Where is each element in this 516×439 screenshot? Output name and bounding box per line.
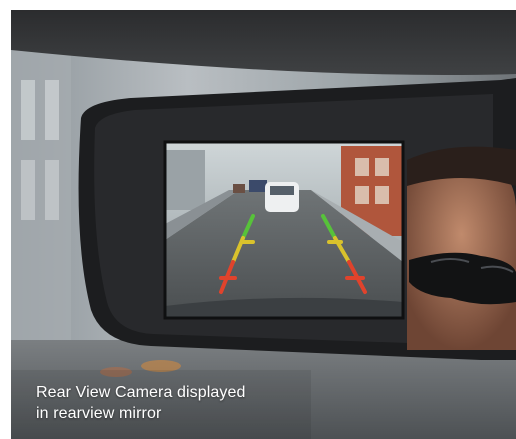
rearview-mirror-photo xyxy=(11,10,516,439)
photo-caption: Rear View Camera displayed in rearview m… xyxy=(36,382,336,424)
driver-reflection xyxy=(407,146,516,350)
photo-frame: Rear View Camera displayed in rearview m… xyxy=(0,0,516,439)
camera-screen xyxy=(165,142,403,318)
caption-line-2: in rearview mirror xyxy=(36,405,162,422)
caption-line-1: Rear View Camera displayed xyxy=(36,384,246,401)
photo-illustration xyxy=(11,10,516,439)
